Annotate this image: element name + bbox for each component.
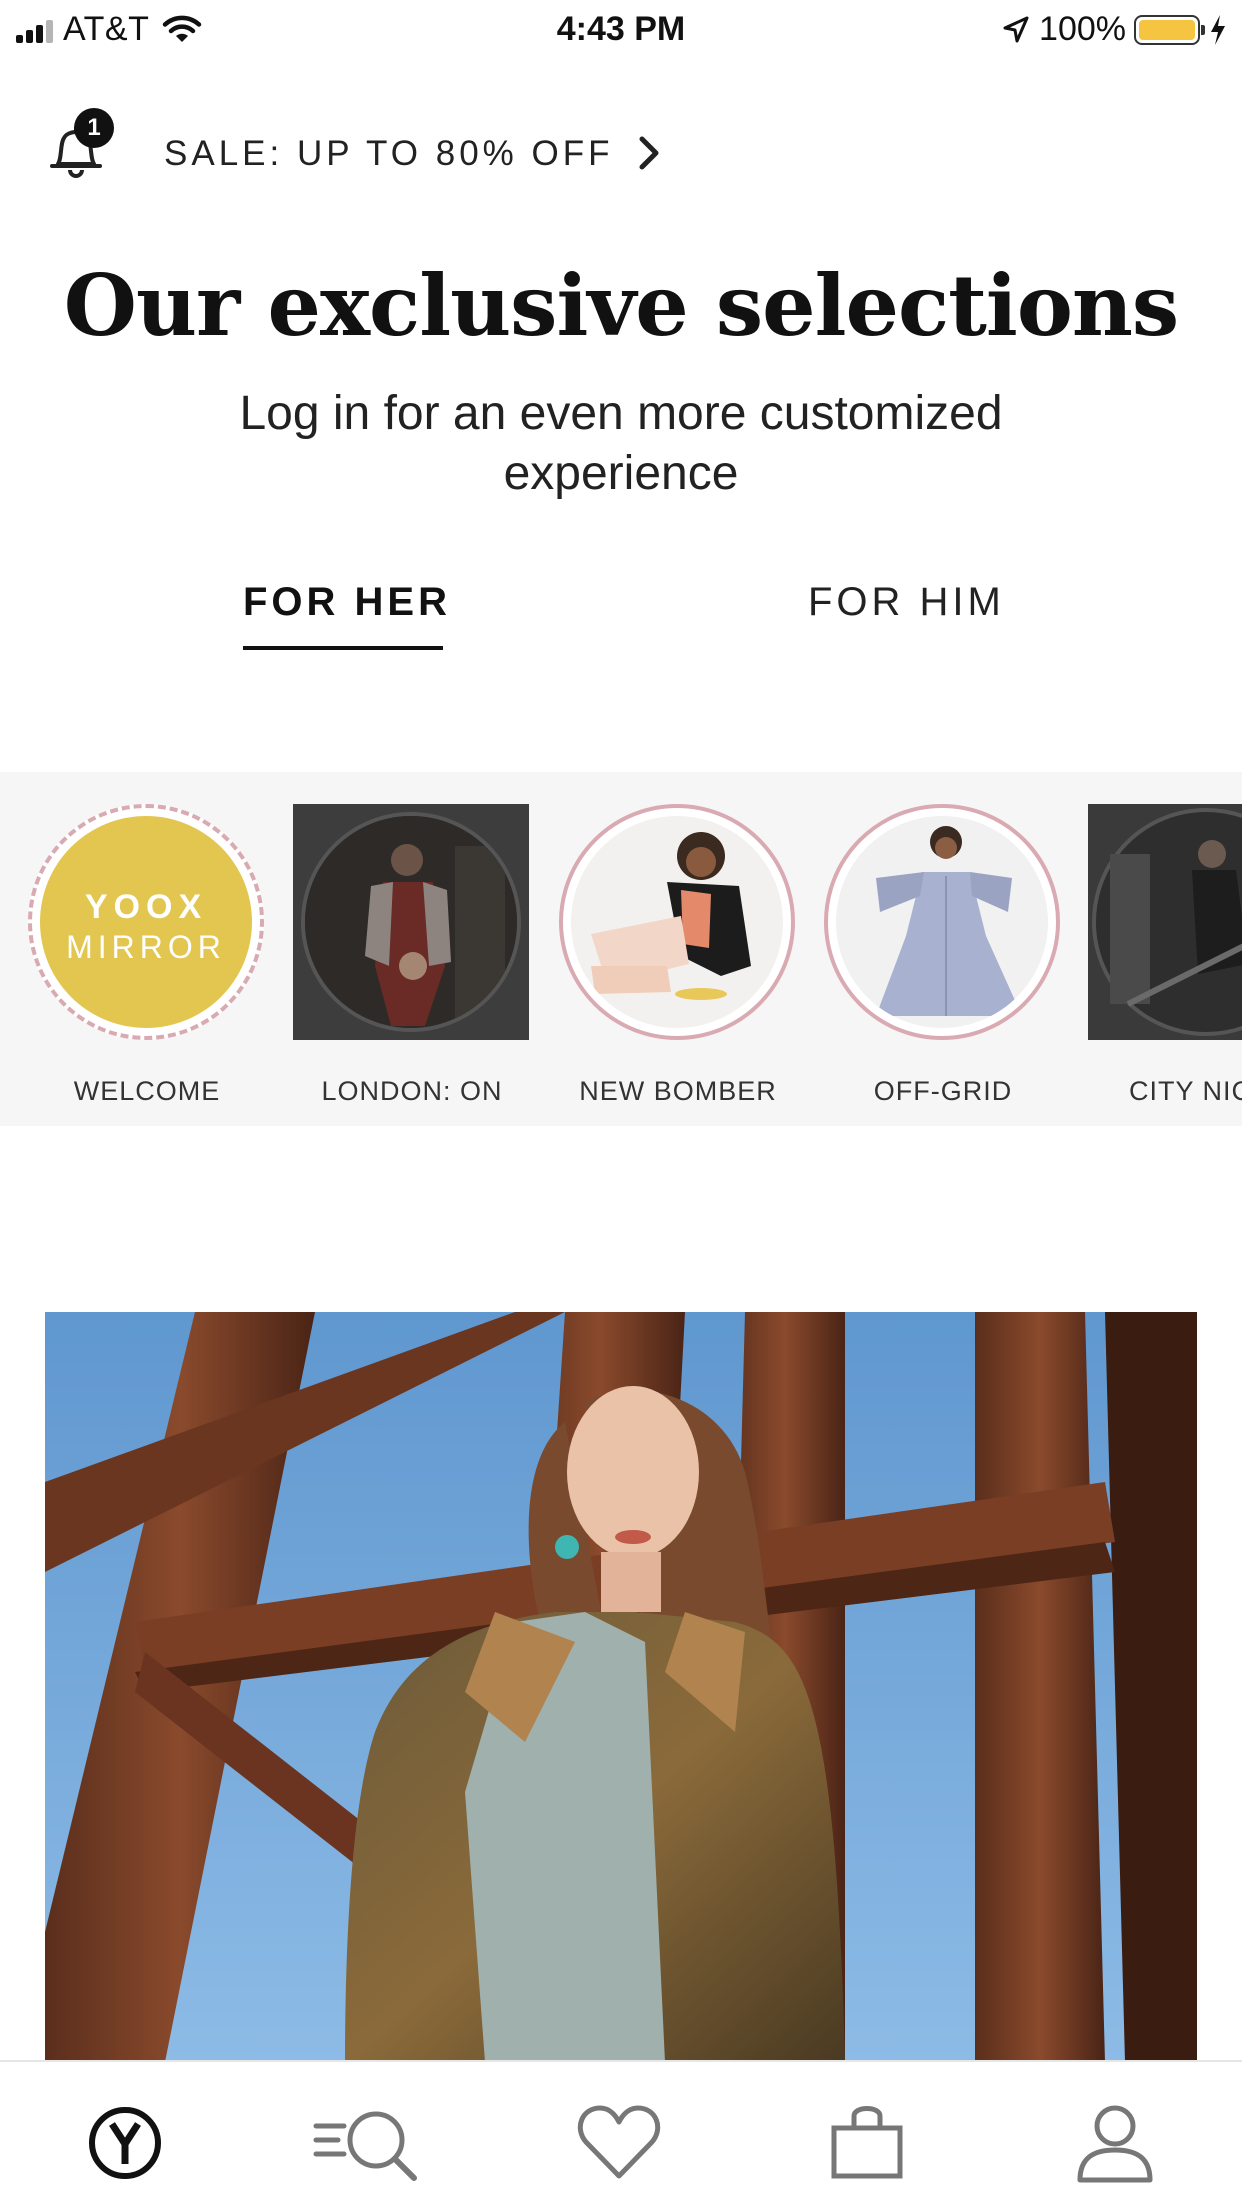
story-off-grid[interactable]: OFF-GRID [823,804,1063,1106]
stories-carousel[interactable]: YOOX MIRROR WELCOME LONDON: ON NEW BOMBE… [0,772,1242,1126]
gender-tabs: FOR HER FOR HIM [0,580,1242,650]
status-bar: AT&T 4:43 PM 100% [0,0,1242,62]
tab-for-her[interactable]: FOR HER [243,580,451,625]
story-label: WELCOME [73,1076,221,1106]
page-title: Our exclusive selections [63,256,1179,355]
story-photo-bomber [571,816,783,1028]
hero-banner-image[interactable] [45,1312,1197,2062]
story-london-on[interactable]: LONDON: ON [292,804,532,1106]
story-label: LONDON: ON [321,1076,503,1106]
tab-for-him[interactable]: FOR HIM [808,580,1005,625]
location-arrow-icon [1003,16,1029,42]
sale-banner-text[interactable]: SALE: UP TO 80% OFF [164,134,613,174]
chevron-right-icon[interactable] [636,134,662,172]
story-thumbnail [571,816,783,1028]
story-photo-london [305,816,517,1028]
bottom-tab-bar [0,2060,1242,2210]
notification-badge: 1 [74,108,114,148]
story-thumbnail [1088,804,1242,1040]
charging-bolt-icon [1211,14,1225,45]
story-thumbnail [293,804,529,1040]
battery-percent: 100% [1039,10,1126,48]
story-photo-off-grid [836,816,1048,1028]
user-icon[interactable] [1070,2098,1160,2188]
bag-icon[interactable] [822,2098,912,2188]
sale-banner[interactable]: 1 SALE: UP TO 80% OFF [0,108,1242,208]
battery-icon [1134,14,1205,45]
story-label: CITY NIC [1129,1076,1242,1106]
battery-level [1139,19,1195,40]
hero-photo [45,1312,1197,2062]
logo-line-yoox: YOOX [84,888,208,926]
home-logo-icon[interactable] [80,2098,170,2188]
search-menu-icon[interactable] [310,2098,430,2188]
story-new-bomber[interactable]: NEW BOMBER [558,804,798,1106]
story-photo-city [1088,804,1242,1040]
login-prompt[interactable]: Log in for an even more customized exper… [221,384,1021,504]
story-welcome[interactable]: YOOX MIRROR WELCOME [27,804,267,1106]
story-label: NEW BOMBER [579,1076,777,1106]
logo-line-mirror: MIRROR [66,929,226,965]
tab-active-indicator [243,646,443,650]
heart-icon[interactable] [574,2098,664,2188]
story-city-nic[interactable]: CITY NIC [1087,804,1242,1106]
story-thumbnail [836,816,1048,1028]
yoox-mirror-logo: YOOX MIRROR [40,816,252,1028]
story-label: OFF-GRID [873,1076,1013,1106]
